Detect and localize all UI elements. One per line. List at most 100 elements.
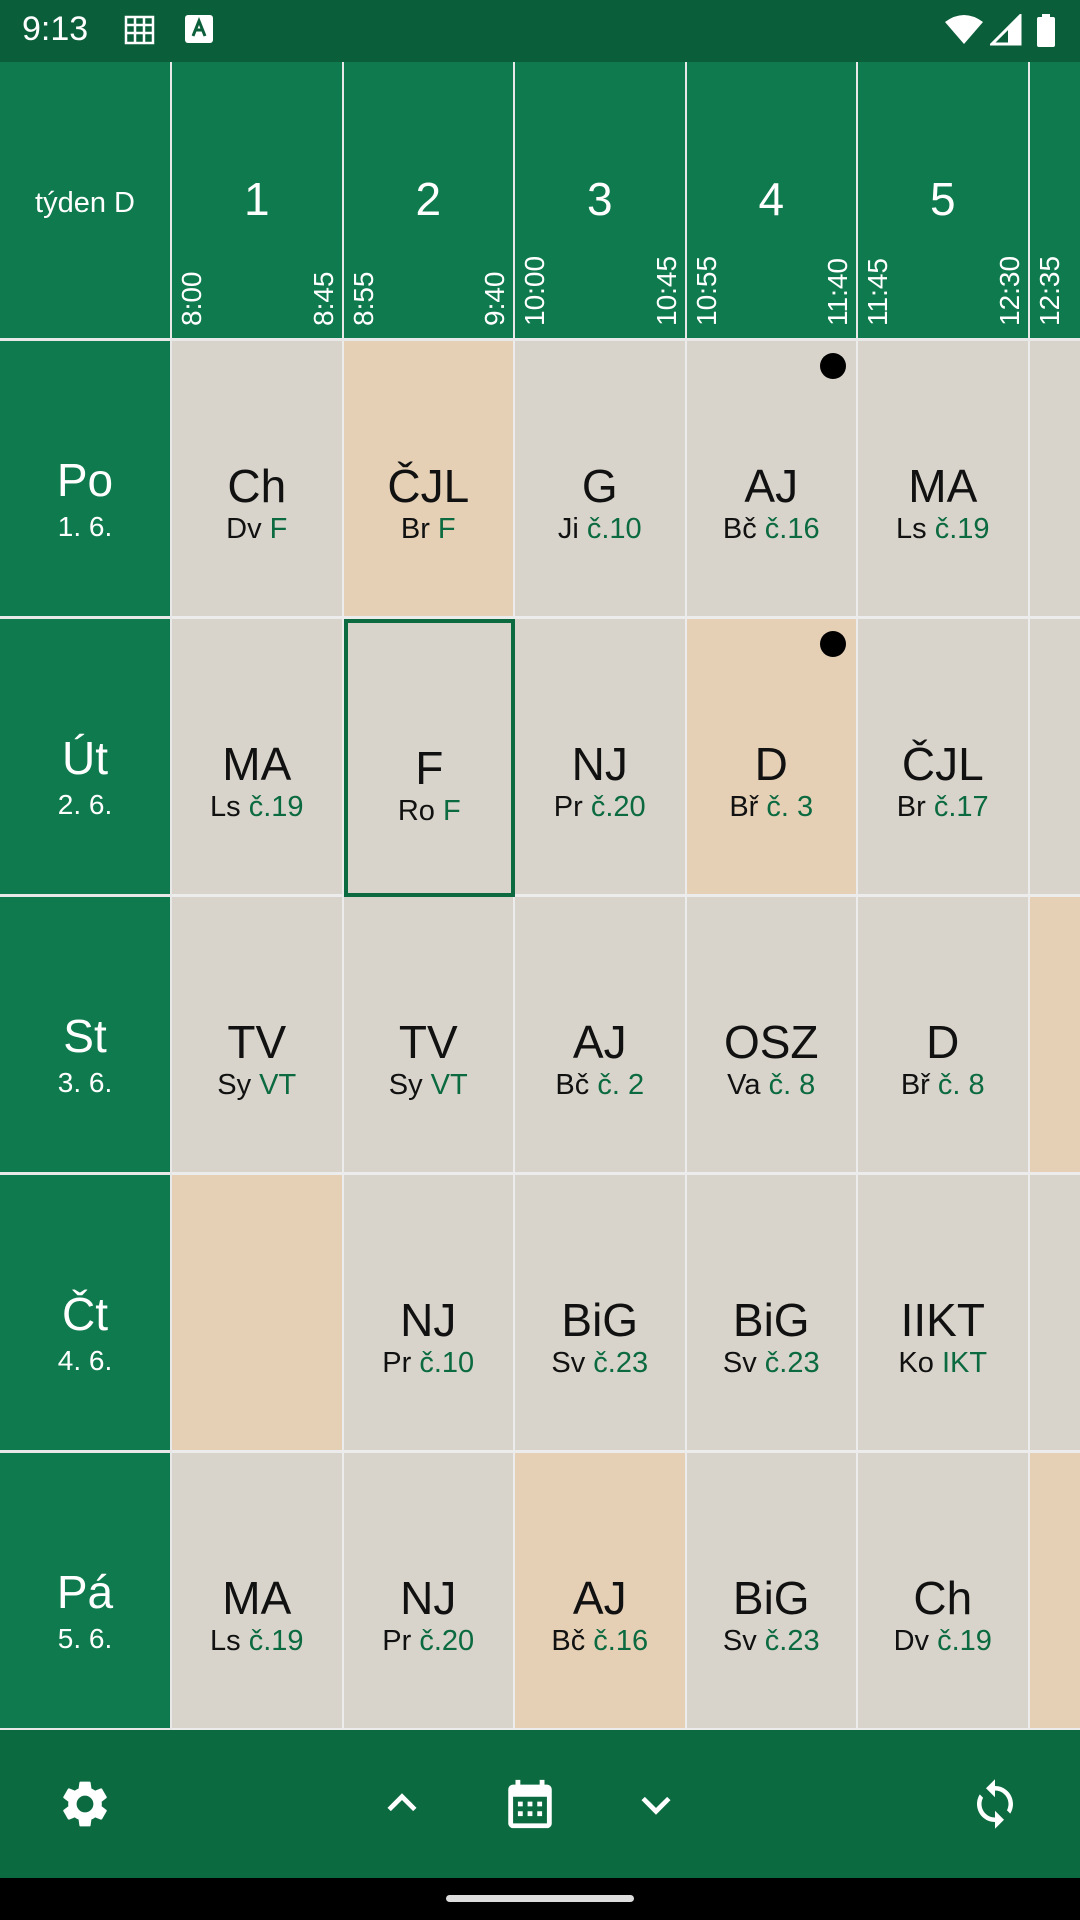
lesson-subject: F <box>415 742 444 794</box>
lesson-details: Ls č.19 <box>858 513 1028 546</box>
lesson-teacher: Pr <box>382 1347 412 1379</box>
lesson-cell[interactable] <box>1029 897 1080 1175</box>
lesson-cell[interactable]: TV Sy VT <box>172 897 344 1175</box>
lesson-details: Va č. 8 <box>687 1069 857 1102</box>
lesson-room: č.16 <box>593 1625 649 1657</box>
lesson-cell[interactable]: AJ Bč č.16 <box>686 341 858 619</box>
period-header-6: 12:35 <box>1029 62 1080 341</box>
lesson-cell[interactable]: NJ Pr č.20 <box>343 1453 515 1730</box>
period-header-4: 4 10:55 11:40 <box>686 62 858 341</box>
lesson-details: Sv č.23 <box>687 1347 857 1380</box>
lesson-cell[interactable]: BiG Sv č.23 <box>686 1175 858 1453</box>
lesson-cell[interactable]: J <box>1029 619 1080 897</box>
lesson-subject: BiG <box>732 1572 810 1624</box>
refresh-button[interactable] <box>955 1764 1035 1844</box>
lesson-cell[interactable]: IIKT Ko IKT <box>858 1175 1030 1453</box>
battery-icon <box>1037 14 1055 47</box>
day-date: 4. 6. <box>57 1345 113 1376</box>
lesson-cell[interactable]: ČJL Br F <box>343 341 515 619</box>
lesson-subject: Ch <box>227 460 287 512</box>
week-label: týden D <box>35 187 135 219</box>
lesson-cell[interactable]: P <box>1029 341 1080 619</box>
period-header-3: 3 10:00 10:45 <box>515 62 687 341</box>
lesson-cell[interactable]: Ch Dv č.19 <box>858 1453 1030 1730</box>
lesson-room: F <box>442 795 461 827</box>
lesson-cell[interactable]: D Bř č. 3 <box>686 619 858 897</box>
lesson-cell[interactable]: G Ji č.10 <box>515 341 687 619</box>
calendar-grid-icon <box>124 15 155 45</box>
lesson-room: č.16 <box>764 513 820 545</box>
lesson-cell[interactable]: MA Ls č.19 <box>172 1453 344 1730</box>
lesson-cell[interactable]: IK <box>1029 1175 1080 1453</box>
lesson-cell[interactable]: AJ Bč č. 2 <box>515 897 687 1175</box>
lesson-details: Pr č.10 <box>344 1347 514 1380</box>
period-end-time: 10:45 <box>650 255 682 326</box>
lesson-teacher: Bř <box>729 791 759 823</box>
lesson-details: Bč č. 2 <box>515 1069 685 1102</box>
lesson-details: Bč č.16 <box>515 1625 685 1658</box>
lesson-room: č.20 <box>419 1625 475 1657</box>
lesson-cell[interactable]: AJ Bč č.16 <box>515 1453 687 1730</box>
period-number: 3 <box>586 173 613 225</box>
settings-button[interactable] <box>45 1764 125 1844</box>
lesson-room: VT <box>430 1069 468 1101</box>
lesson-details: Pr č.20 <box>344 1625 514 1658</box>
lesson-room: č.17 <box>933 791 989 823</box>
lesson-room: F <box>437 513 456 545</box>
lesson-room: č.19 <box>248 1625 304 1657</box>
lesson-teacher: Ro <box>397 795 435 827</box>
lesson-cell[interactable]: NJ Pr č.10 <box>343 1175 515 1453</box>
period-number: 5 <box>929 173 956 225</box>
lesson-cell[interactable]: Ch Dv F <box>172 341 344 619</box>
period-start-time: 10:55 <box>690 255 722 326</box>
lesson-subject: MA <box>222 1572 292 1624</box>
lesson-details: Sv č.23 <box>515 1347 685 1380</box>
previous-week-button[interactable] <box>362 1764 442 1844</box>
lesson-subject: ČJL <box>901 738 984 790</box>
lesson-teacher: Ls <box>895 513 927 545</box>
lesson-room: č.23 <box>593 1347 649 1379</box>
lesson-details: Bř č. 3 <box>687 791 857 824</box>
lesson-cell[interactable]: NJ Pr č.20 <box>515 619 687 897</box>
next-week-button[interactable] <box>616 1764 696 1844</box>
lesson-cell[interactable]: OSZ Va č. 8 <box>686 897 858 1175</box>
lesson-cell[interactable]: TV Sy VT <box>343 897 515 1175</box>
lesson-cell[interactable]: F Ro F <box>343 619 515 897</box>
lesson-room: č. 3 <box>766 791 814 823</box>
day-name: Po <box>56 454 114 506</box>
lesson-cell[interactable] <box>172 1175 344 1453</box>
lesson-teacher: Dv <box>893 1625 930 1657</box>
lesson-details: Ko IKT <box>858 1347 1028 1380</box>
lesson-details: Dv F <box>172 513 342 546</box>
lesson-details: Ls č.19 <box>172 791 342 824</box>
lesson-teacher: Ls <box>209 791 241 823</box>
period-start-time: 10:00 <box>519 255 550 326</box>
day-name: Čt <box>62 1288 108 1340</box>
calendar-button[interactable] <box>490 1764 570 1844</box>
lesson-teacher: Br <box>400 513 430 545</box>
lesson-cell[interactable] <box>1029 1453 1080 1730</box>
period-start-time: 8:55 <box>347 271 379 327</box>
lesson-cell[interactable]: BiG Sv č.23 <box>686 1453 858 1730</box>
lesson-teacher: Br <box>896 791 926 823</box>
lesson-details: K <box>1030 1347 1080 1380</box>
period-number: 1 <box>243 173 270 225</box>
lesson-teacher: Sv <box>722 1347 757 1379</box>
lesson-subject: AJ <box>572 1572 627 1624</box>
lesson-teacher: Sy <box>388 1069 423 1101</box>
lesson-cell[interactable]: MA Ls č.19 <box>858 341 1030 619</box>
lesson-cell[interactable]: MA Ls č.19 <box>172 619 344 897</box>
lesson-subject: ČJL <box>387 460 470 512</box>
lesson-subject: NJ <box>571 738 628 790</box>
lesson-cell[interactable]: ČJL Br č.17 <box>858 619 1030 897</box>
lesson-room: č. 2 <box>597 1069 645 1101</box>
day-name: St <box>63 1010 107 1062</box>
wifi-icon <box>945 15 983 44</box>
lesson-details: Ji č.10 <box>515 513 685 546</box>
home-gesture-handle[interactable] <box>446 1895 634 1902</box>
lesson-room: č. 8 <box>937 1069 985 1101</box>
lesson-subject: D <box>754 738 788 790</box>
lesson-cell[interactable]: D Bř č. 8 <box>858 897 1030 1175</box>
day-date: 5. 6. <box>57 1623 113 1654</box>
lesson-cell[interactable]: BiG Sv č.23 <box>515 1175 687 1453</box>
